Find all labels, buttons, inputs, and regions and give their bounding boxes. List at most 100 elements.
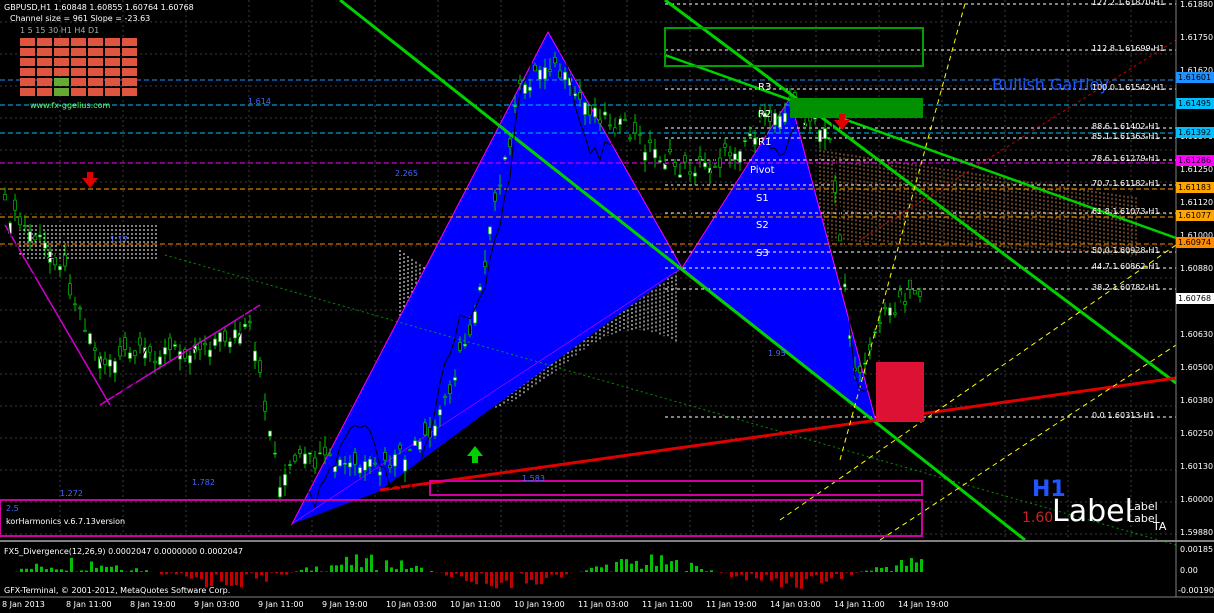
price-box: 1.61495 <box>1176 98 1214 109</box>
divergence-bar <box>210 572 213 587</box>
divergence-bar <box>185 572 188 577</box>
candle-bull <box>463 343 467 347</box>
candle-bull <box>888 307 892 316</box>
divergence-bar <box>240 572 243 588</box>
candle-bull <box>453 377 457 381</box>
price-axis-tick: 1.61880 <box>1180 0 1214 9</box>
divergence-bar <box>180 572 183 574</box>
time-axis-tick: 9 Jan 11:00 <box>258 600 304 609</box>
fib-level-label: 78.6 1.61279-H1 <box>1092 154 1160 163</box>
red-down-arrow-2-stem <box>839 114 845 121</box>
heat-cell <box>88 38 103 46</box>
divergence-bar <box>920 559 923 572</box>
divergence-bar <box>505 572 508 581</box>
timeframe-heat-grid[interactable] <box>20 38 137 98</box>
divergence-bar <box>350 565 353 572</box>
candle-bear <box>578 92 582 100</box>
candle-bull <box>333 465 337 473</box>
divergence-bar <box>30 568 33 572</box>
timeframe-row[interactable]: 1 5 15 30 H1 H4 D1 <box>20 26 99 35</box>
time-axis-tick: 9 Jan 03:00 <box>194 600 240 609</box>
time-axis-tick: 10 Jan 11:00 <box>450 600 501 609</box>
candle-bull <box>743 140 747 142</box>
heat-cell <box>54 38 69 46</box>
candle-bear <box>383 452 387 461</box>
divergence-bar <box>695 565 698 572</box>
fib-level-label: 100.0 1.61542-H1 <box>1092 83 1165 92</box>
heat-cell <box>105 48 120 56</box>
divergence-bar <box>750 572 753 574</box>
candle-bear <box>443 396 447 398</box>
ratio-label-b: 2.265 <box>395 169 418 178</box>
divergence-bar <box>175 572 178 575</box>
divergence-bar <box>775 572 778 579</box>
candle-bull <box>653 149 657 159</box>
heat-cell <box>37 48 52 56</box>
candle-bear <box>408 449 412 452</box>
divergence-bar <box>465 572 468 581</box>
divergence-bar <box>420 567 423 572</box>
candle-bull <box>693 172 697 177</box>
heat-cell <box>20 78 35 86</box>
divergence-bar <box>415 565 418 572</box>
candle-bear <box>223 330 227 342</box>
candle-bull <box>403 459 407 472</box>
candle-bear <box>918 290 922 297</box>
price-box: 1.61392 <box>1176 127 1214 138</box>
divergence-bar <box>445 572 448 576</box>
candle-bull <box>738 151 742 163</box>
candle-bull <box>378 471 382 476</box>
divergence-bar <box>135 568 138 572</box>
candle-bear <box>18 216 22 226</box>
candle-bull <box>58 266 62 271</box>
divergence-bar <box>60 569 63 572</box>
ratio-label-g: 1.95 <box>768 349 786 358</box>
divergence-bar <box>230 572 233 586</box>
candle-bull <box>358 467 362 474</box>
candle-bear <box>878 322 882 324</box>
divergence-bar <box>195 572 198 578</box>
candle-bear <box>468 324 472 336</box>
candle-bear <box>483 261 487 267</box>
candle-bull <box>643 151 647 161</box>
red-zone <box>876 362 924 422</box>
candle-bear <box>68 283 72 296</box>
candle-bear <box>648 139 652 143</box>
pivot-main: Pivot <box>750 165 775 176</box>
divergence-bar <box>55 569 58 572</box>
candle-bull <box>113 360 117 374</box>
ratio-label-h: 2.5 <box>6 504 19 513</box>
divergence-bar <box>215 572 218 575</box>
candle-bear <box>518 79 522 84</box>
heat-cell <box>54 68 69 76</box>
candle-bear <box>713 166 717 168</box>
symbol-ohlc-label: GBPUSD,H1 1.60848 1.60855 1.60764 1.6076… <box>4 3 194 12</box>
channel-info-label: Channel size = 961 Slope = -23.63 <box>10 14 151 23</box>
candle-bear <box>153 360 157 364</box>
divergence-bar <box>395 569 398 572</box>
divergence-bar <box>450 572 453 578</box>
divergence-bar <box>560 572 563 578</box>
divergence-bar <box>805 572 808 580</box>
heat-cell <box>88 78 103 86</box>
divergence-bar <box>710 570 713 572</box>
divergence-bar <box>100 565 103 572</box>
candle-bear <box>598 119 602 124</box>
divergence-bar <box>660 555 663 572</box>
candle-bull <box>128 352 132 359</box>
heat-cell <box>88 68 103 76</box>
candle-bull <box>208 349 212 358</box>
heat-cell <box>88 88 103 96</box>
divergence-bar <box>815 572 818 576</box>
candle-bear <box>328 453 332 456</box>
candle-bull <box>218 332 222 343</box>
candle-bull <box>273 452 277 455</box>
candle-bull <box>583 102 587 115</box>
candle-bear <box>893 312 897 315</box>
divergence-bar <box>595 566 598 572</box>
heat-cell <box>20 38 35 46</box>
candle-bear <box>723 143 727 148</box>
candle-bull <box>603 111 607 116</box>
copyright-label: GFX-Terminal, © 2001-2012, MetaQuotes So… <box>4 586 231 595</box>
divergence-bar <box>500 572 503 583</box>
